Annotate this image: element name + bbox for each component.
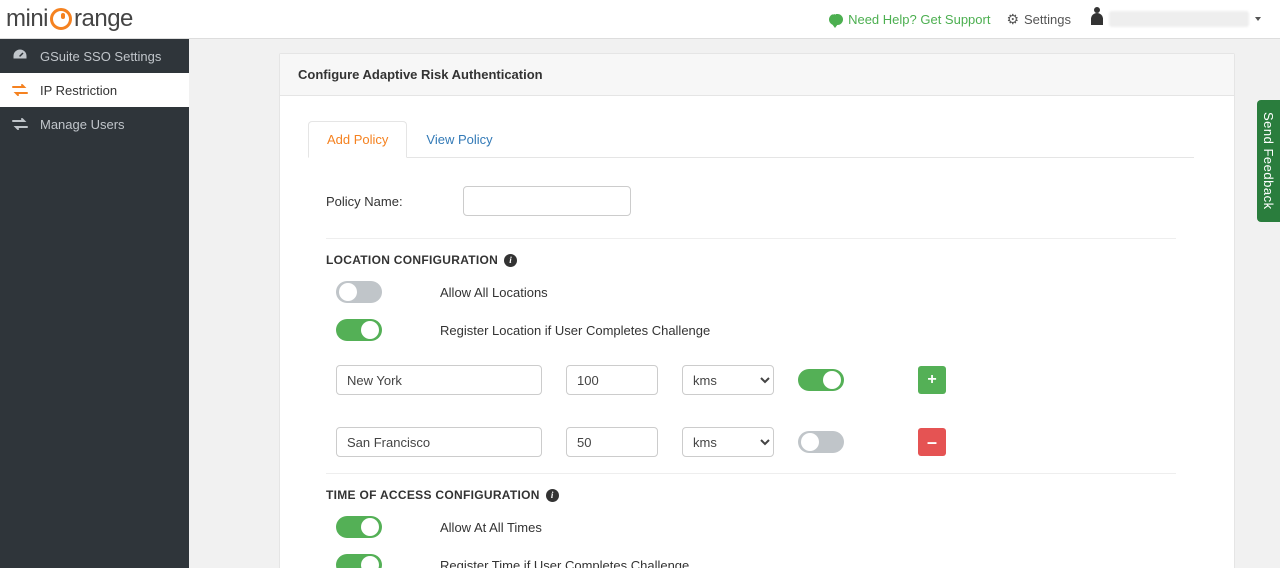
location-unit-select[interactable]: kms [682, 427, 774, 457]
policy-name-label: Policy Name: [326, 194, 403, 209]
main-content: Configure Adaptive Risk Authentication A… [189, 39, 1280, 568]
user-name [1109, 11, 1249, 27]
swap-icon [12, 82, 28, 98]
dashboard-icon [12, 48, 28, 64]
logo[interactable]: mini range [6, 5, 133, 33]
user-icon [1091, 13, 1103, 25]
logo-text-post: range [74, 5, 133, 33]
location-row: kms – [308, 411, 1194, 473]
sidebar-item-gsuite-sso[interactable]: GSuite SSO Settings [0, 39, 189, 73]
info-icon[interactable]: i [504, 254, 517, 267]
send-feedback-tab[interactable]: Send Feedback [1257, 100, 1280, 222]
settings-link[interactable]: ⚙ Settings [1006, 11, 1071, 28]
policy-name-input[interactable] [463, 186, 631, 216]
location-city-input[interactable] [336, 365, 542, 395]
add-location-button[interactable]: + [918, 366, 946, 394]
toggle-location-row[interactable] [798, 431, 844, 453]
tabs: Add Policy View Policy [308, 120, 1194, 158]
sidebar-item-manage-users[interactable]: Manage Users [0, 107, 189, 141]
user-menu[interactable] [1087, 11, 1265, 27]
logo-text-pre: mini [6, 5, 48, 33]
tab-view-policy[interactable]: View Policy [407, 121, 511, 158]
support-label: Need Help? Get Support [848, 12, 990, 27]
sidebar-item-label: GSuite SSO Settings [40, 49, 161, 64]
chevron-down-icon [1255, 17, 1261, 21]
toggle-label: Allow All Locations [440, 285, 548, 300]
sidebar-item-ip-restriction[interactable]: IP Restriction [0, 73, 189, 107]
location-unit-select[interactable]: kms [682, 365, 774, 395]
logo-orb-icon [50, 8, 72, 30]
speech-bubble-icon [829, 14, 843, 25]
toggle-allow-all-times[interactable] [336, 516, 382, 538]
toggle-register-location[interactable] [336, 319, 382, 341]
toggle-location-row[interactable] [798, 369, 844, 391]
toggle-label: Allow At All Times [440, 520, 542, 535]
card-title: Configure Adaptive Risk Authentication [280, 54, 1234, 96]
sidebar-item-label: Manage Users [40, 117, 125, 132]
toggle-label: Register Time if User Completes Challeng… [440, 558, 689, 568]
location-distance-input[interactable] [566, 365, 658, 395]
remove-location-button[interactable]: – [918, 428, 946, 456]
toggle-label: Register Location if User Completes Chal… [440, 323, 710, 338]
swap-icon [12, 116, 28, 132]
time-section-title: TIME OF ACCESS CONFIGURATION i [308, 474, 1194, 508]
info-icon[interactable]: i [546, 489, 559, 502]
sidebar-item-label: IP Restriction [40, 83, 117, 98]
location-city-input[interactable] [336, 427, 542, 457]
config-card: Configure Adaptive Risk Authentication A… [279, 53, 1235, 568]
toggle-allow-all-locations[interactable] [336, 281, 382, 303]
gear-icon: ⚙ [1006, 11, 1019, 28]
topbar: mini range Need Help? Get Support ⚙ Sett… [0, 0, 1280, 39]
support-link[interactable]: Need Help? Get Support [829, 12, 990, 27]
settings-label: Settings [1024, 12, 1071, 27]
toggle-register-time[interactable] [336, 554, 382, 568]
location-row: kms + [308, 349, 1194, 411]
location-section-title: LOCATION CONFIGURATION i [308, 239, 1194, 273]
sidebar: GSuite SSO Settings IP Restriction Manag… [0, 39, 189, 568]
location-distance-input[interactable] [566, 427, 658, 457]
tab-add-policy[interactable]: Add Policy [308, 121, 407, 158]
